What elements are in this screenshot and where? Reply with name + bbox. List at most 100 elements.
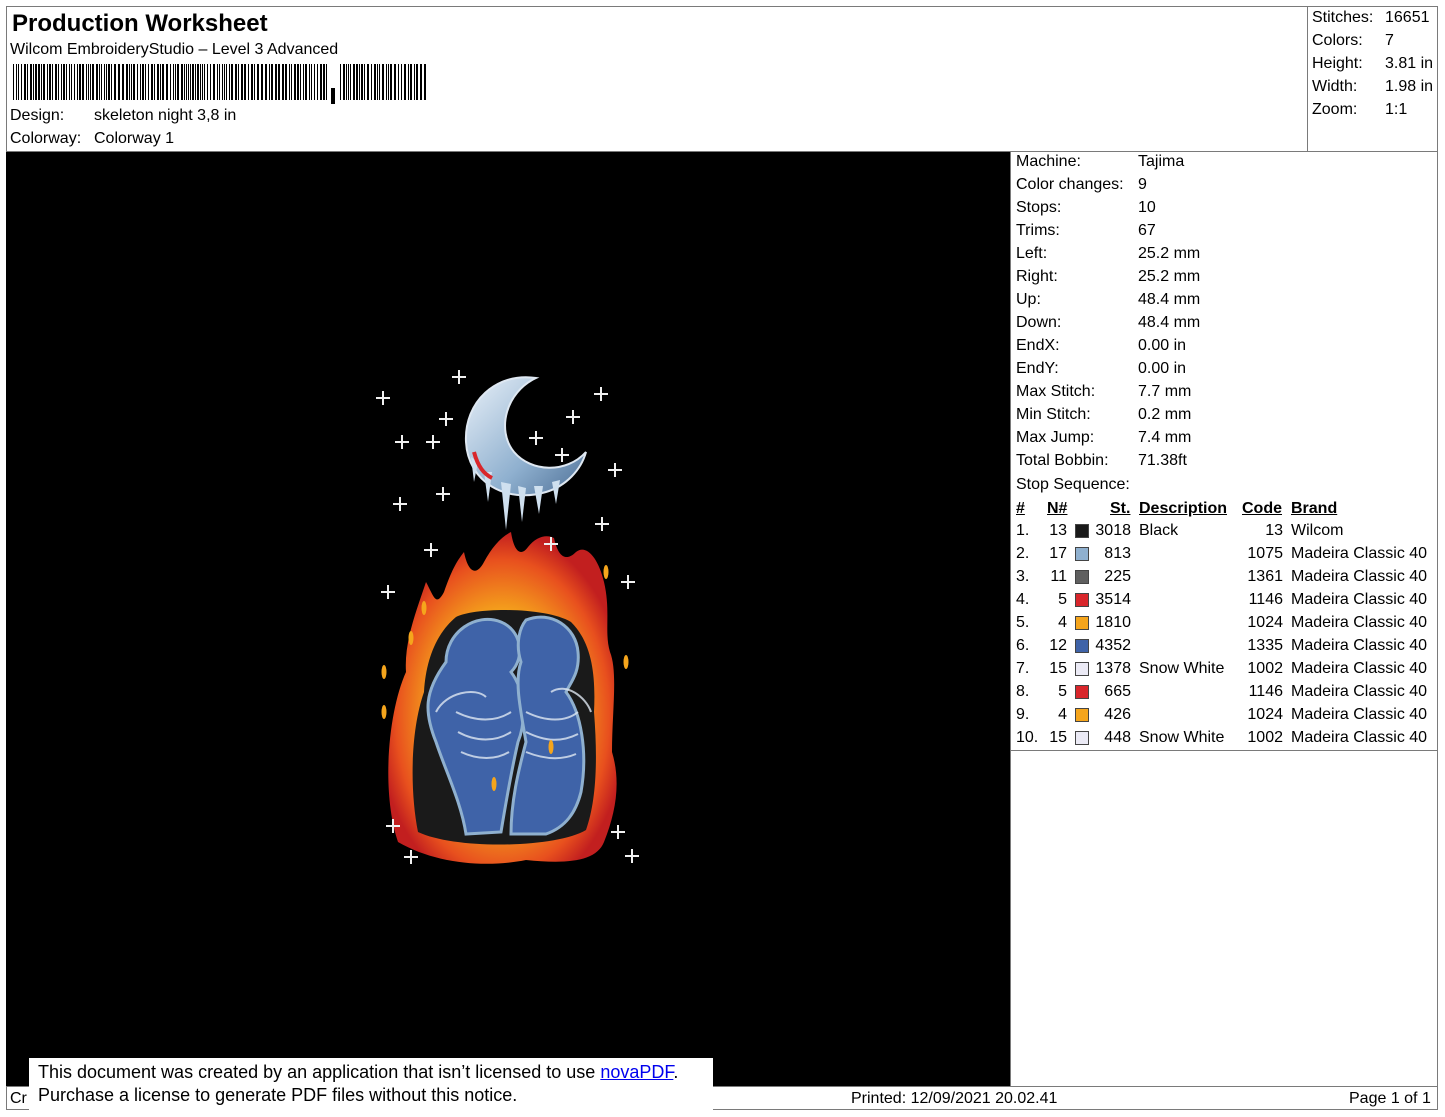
barcode-bar	[133, 64, 135, 100]
barcode-bar	[311, 64, 312, 100]
seq-brand: Madeira Classic 40	[1291, 660, 1428, 677]
star	[436, 487, 450, 501]
info-row: Machine: Tajima	[1016, 153, 1184, 171]
barcode-bar	[186, 64, 187, 100]
barcode-bar	[129, 64, 130, 100]
info-row: Stops: 10	[1016, 199, 1156, 217]
barcode-bar	[88, 64, 89, 100]
barcode-bar	[320, 64, 322, 100]
seq-code: 1146	[1248, 683, 1283, 700]
seq-code: 1361	[1247, 568, 1283, 585]
barcode-bar	[382, 64, 384, 100]
barcode-bar	[377, 64, 378, 100]
seq-index: 8.	[1016, 683, 1030, 700]
barcode-bar	[356, 64, 358, 100]
stat-value: 1.98 in	[1385, 78, 1434, 95]
design-value: skeleton night 3,8 in	[94, 107, 237, 124]
stat-label: Stitches:	[1312, 9, 1374, 26]
barcode-bar	[350, 64, 351, 100]
barcode-bar	[79, 64, 81, 100]
ember	[603, 565, 609, 579]
star	[625, 849, 639, 863]
info-value: 9	[1138, 176, 1147, 193]
seq-index: 10.	[1016, 729, 1039, 746]
seq-stitches: 665	[1104, 683, 1131, 700]
seq-brand: Madeira Classic 40	[1291, 683, 1428, 700]
info-row: Total Bobbin: 71.38ft	[1016, 452, 1187, 470]
barcode-bar	[289, 64, 290, 100]
stat-height: Height: 3.81 in	[1312, 55, 1433, 73]
stop-sequence-title: Stop Sequence:	[1016, 476, 1130, 493]
footer-left-text: Cr	[10, 1090, 27, 1107]
seq-code: 1335	[1247, 637, 1283, 654]
barcode-bar	[226, 64, 227, 100]
barcode-bar	[343, 64, 345, 100]
barcode-bar	[346, 64, 347, 100]
barcode-bar	[86, 64, 87, 100]
barcode-bar	[192, 64, 194, 100]
barcode-bar	[77, 64, 78, 100]
barcode-bar	[326, 64, 327, 100]
barcode-bar	[181, 64, 183, 100]
barcode-bar	[386, 64, 387, 100]
seq-index: 6.	[1016, 637, 1030, 654]
software-name: Wilcom EmbroideryStudio – Level 3 Advanc…	[10, 41, 339, 58]
barcode-comma	[331, 88, 335, 104]
barcode-bar	[188, 64, 189, 100]
moon	[464, 376, 587, 497]
barcode-bar	[170, 64, 171, 100]
notice-text: This document was created by an applicat…	[38, 1062, 601, 1082]
stat-value: 3.81 in	[1385, 55, 1434, 72]
barcode-bar	[261, 64, 263, 100]
barcode-bar	[99, 64, 100, 100]
barcode-bar	[140, 64, 141, 100]
ember	[381, 665, 387, 679]
seq-stitches: 426	[1104, 706, 1131, 723]
seq-code: 1146	[1248, 591, 1283, 608]
info-label: Down:	[1016, 314, 1062, 331]
seq-stitches: 3514	[1095, 591, 1131, 608]
info-label: Color changes:	[1016, 176, 1124, 193]
info-row: Trims: 67	[1016, 222, 1156, 240]
seq-code: 1002	[1247, 729, 1283, 746]
ember	[381, 705, 387, 719]
ember	[491, 777, 497, 791]
barcode-bar	[69, 64, 70, 100]
notice-period: .	[673, 1062, 679, 1082]
info-row: Max Stitch: 7.7 mm	[1016, 383, 1191, 401]
col-needle-header: N#	[1047, 500, 1068, 517]
notice-line-2: Purchase a license to generate PDF files…	[38, 1085, 518, 1105]
info-row: Down: 48.4 mm	[1016, 314, 1200, 332]
design-stats: Stitches: 16651 Colors: 7 Height: 3.81 in W…	[1307, 6, 1438, 152]
star	[381, 585, 395, 599]
info-row: Max Jump: 7.4 mm	[1016, 429, 1191, 447]
barcode-bar	[92, 64, 94, 100]
colorway-row: Colorway: Colorway 1	[10, 130, 174, 148]
barcode-bar	[374, 64, 376, 100]
seq-brand: Madeira Classic 40	[1291, 729, 1428, 746]
barcode-bar	[282, 64, 284, 100]
barcode-bar	[96, 64, 98, 100]
colorway-label: Colorway:	[10, 130, 82, 147]
barcode-bar	[142, 64, 144, 100]
barcode-bar	[61, 64, 62, 100]
stat-label: Colors:	[1312, 32, 1363, 49]
novapdf-link[interactable]: novaPDF	[600, 1062, 673, 1082]
barcode-bar	[294, 64, 296, 100]
barcode-bar	[197, 64, 199, 100]
star	[452, 370, 466, 384]
barcode-bar	[359, 64, 360, 100]
star	[529, 431, 543, 445]
barcode-bar	[323, 64, 325, 100]
barcode-bar	[269, 64, 270, 100]
seq-needle: 15	[1049, 660, 1067, 677]
barcode-bar	[148, 64, 149, 100]
barcode-bar	[213, 64, 215, 100]
barcode-bar	[394, 64, 396, 100]
page-title: Production Worksheet	[12, 10, 268, 37]
seq-brand: Madeira Classic 40	[1291, 545, 1428, 562]
barcode-bar	[101, 64, 102, 100]
info-value: 7.4 mm	[1138, 429, 1192, 446]
barcode-bar	[271, 64, 273, 100]
seq-needle: 5	[1058, 591, 1067, 608]
